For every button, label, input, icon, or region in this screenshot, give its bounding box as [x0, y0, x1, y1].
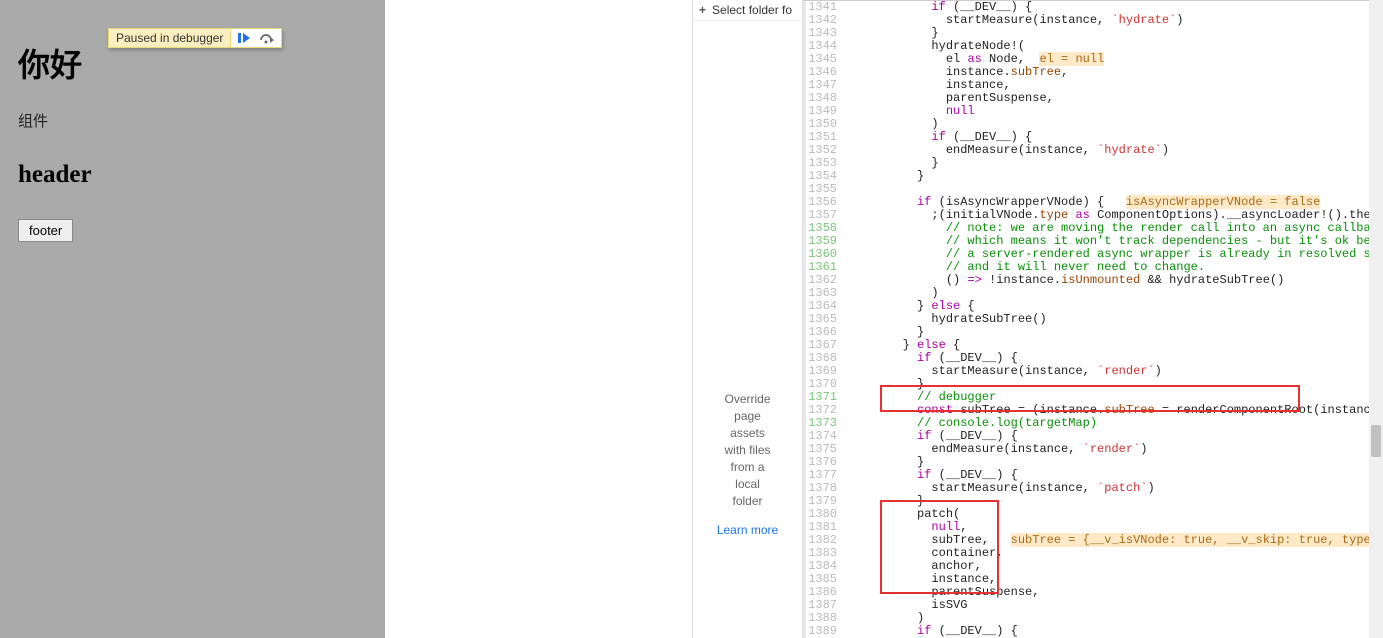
- header-heading: header: [18, 161, 367, 189]
- code-editor[interactable]: 1341 if (__DEV__) {1342 startMeasure(ins…: [803, 0, 1383, 638]
- code-content: if (__DEV__) {: [845, 625, 1383, 638]
- line-number[interactable]: 1389: [803, 625, 845, 638]
- overrides-message-line: local: [705, 476, 790, 493]
- code-content: endMeasure(instance, `render`): [845, 443, 1383, 456]
- component-label: 组件: [18, 110, 367, 131]
- select-folder-button[interactable]: + Select folder fo: [693, 0, 802, 21]
- resume-button[interactable]: [233, 31, 255, 45]
- overrides-message-line: page: [705, 408, 790, 425]
- debugger-overlay-buttons: [231, 28, 282, 48]
- code-content: }: [845, 157, 1383, 170]
- code-content: startMeasure(instance, `render`): [845, 365, 1383, 378]
- overrides-message-line: with files: [705, 442, 790, 459]
- overrides-message-line: from a: [705, 459, 790, 476]
- learn-more-link[interactable]: Learn more: [717, 522, 778, 539]
- debugger-paused-label: Paused in debugger: [108, 28, 231, 48]
- code-line[interactable]: 1354 }: [803, 170, 1383, 183]
- vertical-scrollbar[interactable]: [1369, 0, 1383, 638]
- overrides-message-line: Override: [705, 391, 790, 408]
- code-content: }: [845, 170, 1383, 183]
- devtools-panel: + Select folder fo Overridepageassetswit…: [692, 0, 1383, 638]
- footer-button[interactable]: footer: [18, 219, 73, 242]
- code-line[interactable]: 1389 if (__DEV__) {: [803, 625, 1383, 638]
- overrides-sidebar: + Select folder fo Overridepageassetswit…: [693, 0, 803, 638]
- code-content: startMeasure(instance, `patch`): [845, 482, 1383, 495]
- code-content: isSVG: [845, 599, 1383, 612]
- step-over-icon: [259, 31, 275, 45]
- play-icon: [237, 31, 251, 45]
- select-folder-label: Select folder fo: [712, 3, 792, 17]
- scrollbar-thumb[interactable]: [1371, 425, 1381, 457]
- debugger-overlay: Paused in debugger: [108, 28, 282, 48]
- overrides-message: Overridepageassetswith filesfrom alocalf…: [693, 391, 802, 539]
- plus-icon: +: [699, 3, 706, 17]
- preview-pane: 你好 组件 header footer: [0, 0, 385, 638]
- overrides-message-line: folder: [705, 493, 790, 510]
- step-over-button[interactable]: [255, 31, 279, 45]
- overrides-message-line: assets: [705, 425, 790, 442]
- code-content: hydrateSubTree(): [845, 313, 1383, 326]
